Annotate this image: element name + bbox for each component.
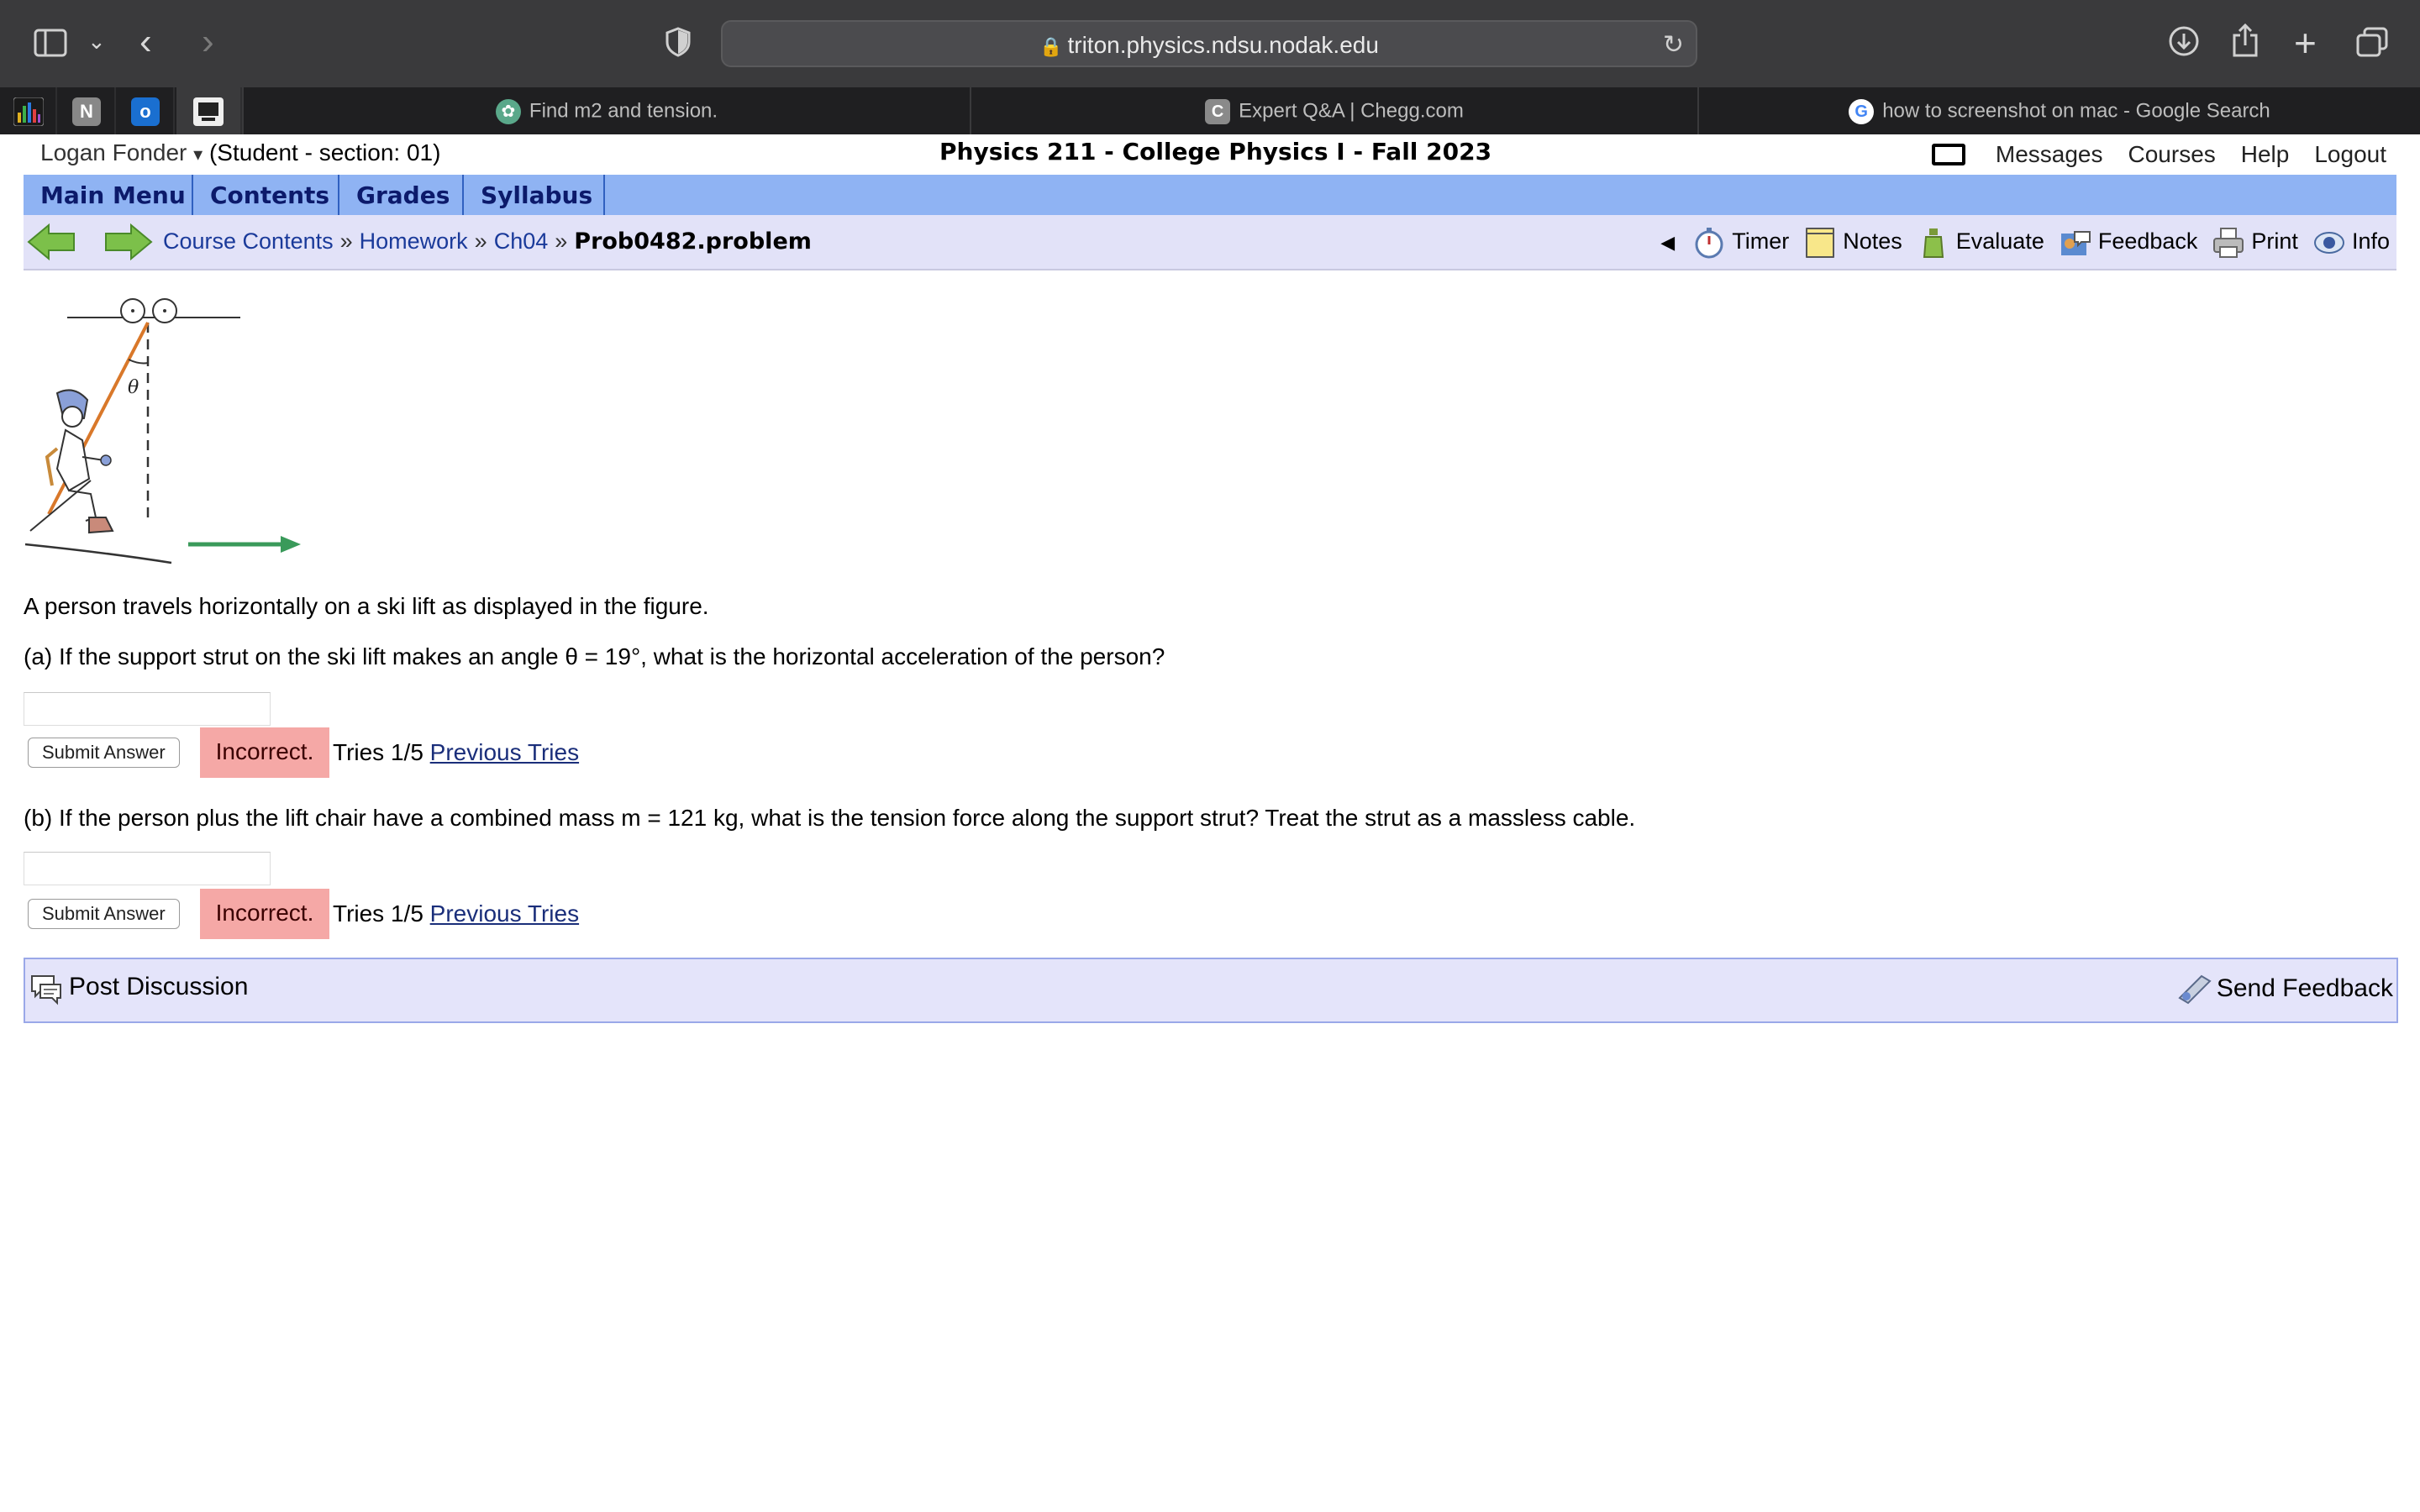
chegg-icon: C (1205, 99, 1231, 124)
menu-main-menu[interactable]: Main Menu (24, 175, 193, 215)
tab-bar: N o ✿ Find m2 and tension. C Expert Q&A | … (0, 87, 2420, 134)
answer-b-input[interactable] (24, 852, 271, 885)
chevron-down-icon[interactable]: ⌄ (87, 30, 106, 52)
evaluate-tool[interactable]: Evaluate (1918, 227, 2044, 259)
eye-icon (2313, 232, 2344, 254)
menu-contents[interactable]: Contents (193, 175, 339, 215)
main-menu-bar: Main Menu Contents Grades Syllabus (24, 175, 2396, 215)
tries-a: Tries 1/5 Previous Tries (333, 739, 580, 765)
forward-icon[interactable]: › (202, 24, 214, 60)
logout-link[interactable]: Logout (2314, 141, 2386, 168)
tab-find-m2[interactable]: ✿ Find m2 and tension. (242, 87, 970, 134)
share-icon[interactable] (2232, 23, 2259, 64)
pinned-tab-analytics[interactable] (0, 87, 57, 134)
top-links: Messages Courses Help Logout (1931, 141, 2386, 168)
pinned-tab-notion[interactable]: N (59, 87, 116, 134)
breadcrumb-ch04[interactable]: Ch04 (494, 228, 549, 254)
status-badge-a: Incorrect. (200, 727, 329, 778)
privacy-shield-icon[interactable] (666, 27, 691, 64)
notion-icon: N (72, 97, 101, 126)
submit-answer-b-button[interactable]: Submit Answer (28, 899, 180, 929)
messages-link[interactable]: Messages (1996, 141, 2103, 168)
pinned-tab-outlook[interactable]: o (118, 87, 175, 134)
navigation-bar: Course Contents» Homework» Ch04» Prob0482.p… (24, 215, 2396, 270)
next-arrow-icon[interactable] (103, 223, 153, 260)
chatgpt-icon: ✿ (495, 99, 521, 124)
tab-chegg[interactable]: C Expert Q&A | Chegg.com (970, 87, 1697, 134)
collapse-tools-icon[interactable]: ◀ (1660, 232, 1675, 254)
tab-google-search[interactable]: Ghow to screenshot on mac - Google Searc… (1697, 87, 2420, 134)
menu-syllabus[interactable]: Syllabus (464, 175, 605, 215)
previous-tries-b-link[interactable]: Previous Tries (430, 900, 579, 927)
breadcrumb-homework[interactable]: Homework (360, 228, 468, 254)
status-badge-b: Incorrect. (200, 889, 329, 939)
send-feedback-link[interactable]: Send Feedback (2176, 973, 2393, 1006)
tool-links: ◀ Timer Notes Evaluate Feedback Print In… (1660, 227, 2390, 259)
bar-chart-icon (13, 97, 44, 126)
reload-icon[interactable]: ↻ (1663, 30, 1684, 60)
user-info: Logan Fonder ▾ (Student - section: 01) (40, 139, 440, 166)
browser-toolbar: ⌄ ‹ › 🔒 triton.physics.ndsu.nodak.edu ↻ + (0, 0, 2420, 87)
sidebar-toggle-icon[interactable] (34, 27, 67, 64)
laptop-icon[interactable] (1931, 144, 1965, 165)
user-menu[interactable]: Logan Fonder ▾ (40, 139, 203, 165)
submit-answer-a-button[interactable]: Submit Answer (28, 738, 180, 768)
angle-arc (128, 359, 149, 365)
tab-overview-icon[interactable] (2356, 27, 2388, 64)
previous-arrow-icon[interactable] (27, 223, 77, 260)
lon-capa-icon (193, 97, 224, 126)
download-icon[interactable] (2168, 25, 2200, 64)
user-role: (Student - section: 01) (208, 139, 441, 165)
breadcrumb: Course Contents» Homework» Ch04» Prob0482.p… (163, 228, 812, 255)
theta-label: θ (128, 377, 139, 398)
outlook-icon: o (131, 97, 160, 126)
page-content: Logan Fonder ▾ (Student - section: 01) P… (0, 134, 2420, 1512)
url-text: triton.physics.ndsu.nodak.edu (1067, 32, 1379, 58)
back-icon[interactable]: ‹ (139, 24, 152, 60)
part-a-question: (a) If the support strut on the ski lift… (24, 643, 1165, 669)
post-discussion-link[interactable]: Post Discussion (69, 973, 248, 1001)
ski (24, 543, 172, 564)
feedback-icon (2060, 231, 2091, 255)
menu-grades[interactable]: Grades (339, 175, 464, 215)
problem-intro: A person travels horizontally on a ski l… (24, 593, 709, 619)
bottle-icon (1923, 228, 1944, 258)
info-tool[interactable]: Info (2313, 227, 2390, 259)
ski-lift-figure: θ (24, 298, 301, 564)
motion-arrow-icon (188, 536, 301, 553)
courses-link[interactable]: Courses (2128, 141, 2216, 168)
breadcrumb-course-contents[interactable]: Course Contents (163, 228, 334, 254)
tries-b: Tries 1/5 Previous Tries (333, 900, 580, 927)
send-feedback-icon (2178, 974, 2212, 1005)
previous-tries-a-link[interactable]: Previous Tries (430, 739, 579, 765)
help-link[interactable]: Help (2241, 141, 2290, 168)
new-tab-icon[interactable]: + (2294, 24, 2317, 62)
chevron-down-icon: ▾ (193, 144, 203, 165)
discussion-bar: Post Discussion Send Feedback (24, 958, 2398, 1023)
address-bar[interactable]: 🔒 triton.physics.ndsu.nodak.edu ↻ (721, 20, 1697, 67)
pulley-icon (120, 298, 177, 323)
notes-tool[interactable]: Notes (1804, 227, 1902, 259)
breadcrumb-current: Prob0482.problem (574, 228, 812, 255)
pinned-tab-loncapa[interactable] (176, 87, 242, 134)
part-b-question: (b) If the person plus the lift chair ha… (24, 805, 1636, 831)
google-icon: G (1849, 99, 1875, 124)
feedback-tool[interactable]: Feedback (2060, 227, 2197, 259)
course-title: Physics 211 - College Physics I - Fall 2… (939, 138, 1492, 165)
stopwatch-icon (1695, 228, 1723, 259)
timer-tool[interactable]: Timer (1693, 227, 1789, 259)
answer-a-input[interactable] (24, 692, 271, 726)
print-tool[interactable]: Print (2212, 227, 2298, 259)
lock-icon: 🔒 (1039, 36, 1063, 57)
notepad-icon (1806, 228, 1835, 258)
discussion-icon[interactable] (29, 973, 64, 1006)
printer-icon (2213, 228, 2244, 258)
